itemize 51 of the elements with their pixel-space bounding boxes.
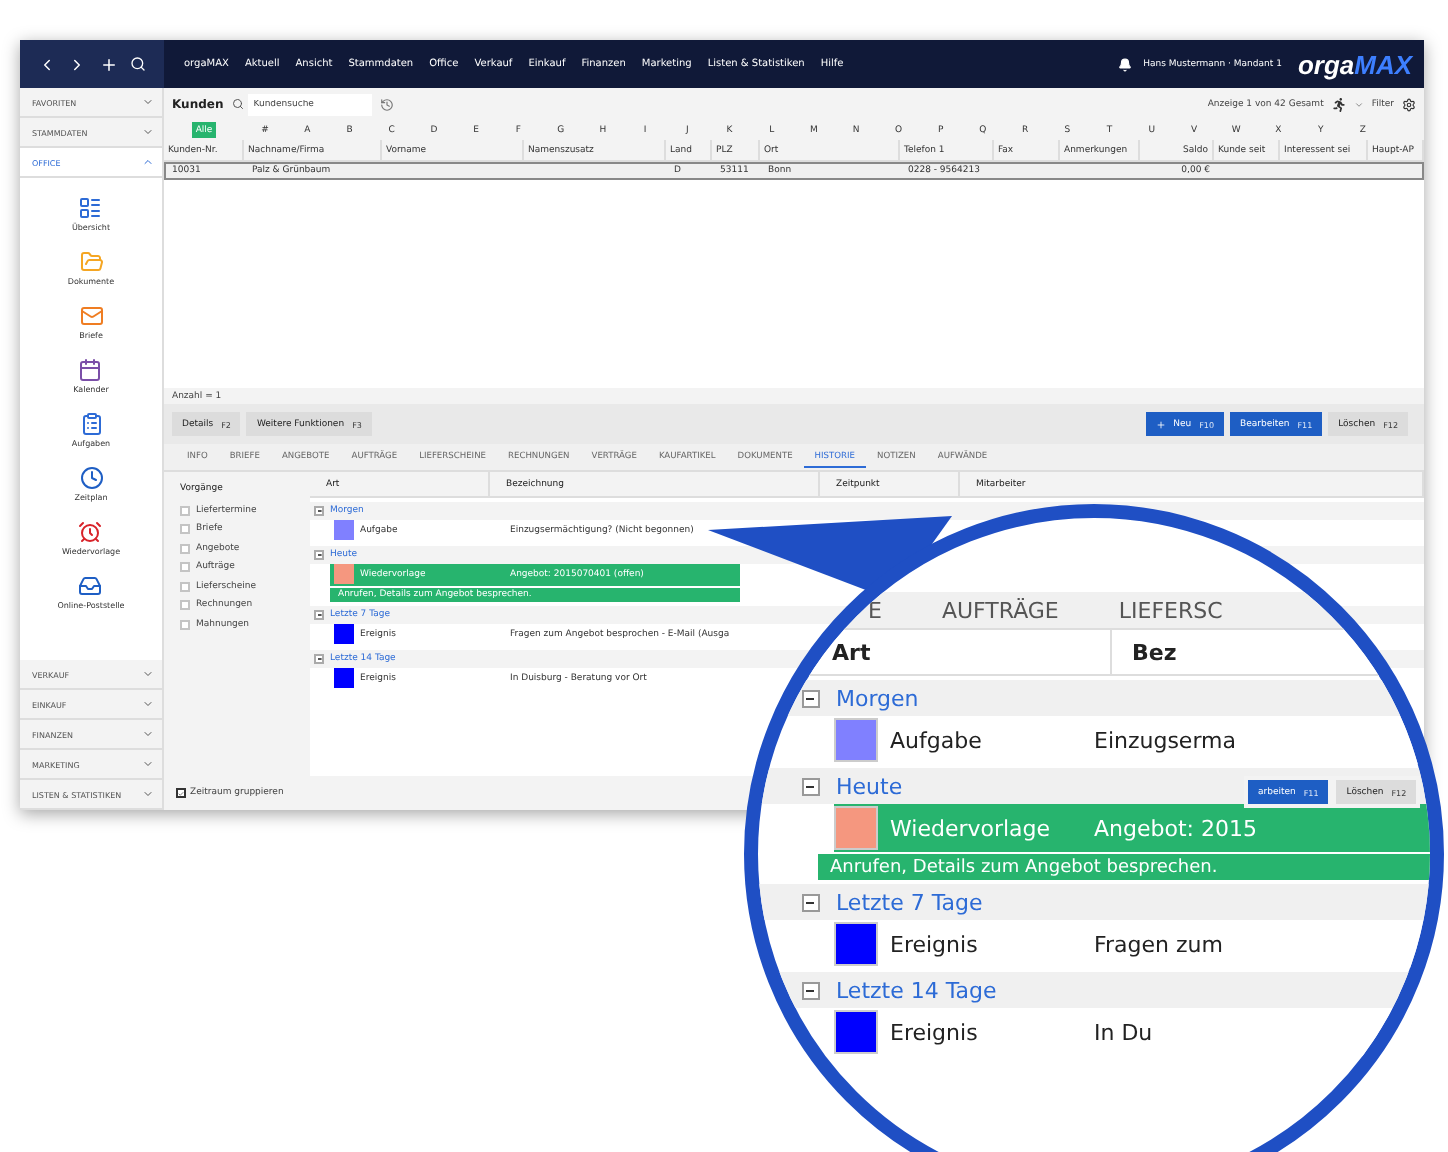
envelope-icon	[79, 303, 103, 327]
group-label: Letzte 7 Tage	[836, 889, 983, 915]
collapse-toggle[interactable]	[314, 506, 324, 516]
column-header[interactable]: Art	[812, 630, 1112, 674]
entry-type: Aufgabe	[890, 727, 982, 753]
logo: orgaMAX	[1297, 49, 1412, 79]
entry-type: Ereignis	[890, 1019, 978, 1045]
entry-type: Ereignis	[890, 931, 978, 957]
collapse-toggle[interactable]	[314, 654, 324, 664]
collapse-toggle[interactable]	[802, 689, 820, 707]
group-label: Morgen	[836, 685, 919, 711]
chevron-up-icon	[142, 156, 154, 168]
collapse-toggle[interactable]	[314, 550, 324, 560]
tab[interactable]: LIEFERSC	[1118, 597, 1223, 623]
chevron-down-icon	[142, 698, 154, 710]
entry-title: Angebot: 2015	[1094, 815, 1259, 841]
alarm-clock-icon	[78, 519, 103, 543]
add-button[interactable]	[99, 55, 118, 73]
chevron-down-icon	[142, 788, 154, 800]
search-button[interactable]	[129, 56, 146, 72]
folder-icon	[79, 249, 103, 273]
clock-icon	[79, 465, 103, 489]
inbox-icon	[78, 573, 103, 597]
settings-icon[interactable]	[1402, 97, 1416, 111]
chevron-down-icon	[142, 126, 154, 138]
chevron-down-icon	[142, 728, 154, 740]
calendar-icon	[78, 357, 103, 381]
entry-type: Wiedervorlage	[890, 815, 1051, 841]
entry-note: Anrufen, Details zum Angebot besprechen.	[818, 852, 1430, 880]
list-icon	[78, 195, 103, 219]
column-header[interactable]: Bez	[1112, 630, 1428, 674]
collapse-toggle[interactable]	[802, 777, 820, 795]
entry-title: Einzugserma	[1094, 727, 1238, 753]
group-label: Letzte 14 Tage	[836, 977, 997, 1003]
history-icon[interactable]	[379, 97, 394, 111]
collapse-toggle[interactable]	[802, 981, 820, 999]
tab[interactable]: AUFTRÄGE	[941, 597, 1059, 623]
chevron-down-icon	[142, 758, 154, 770]
notification-bell-icon[interactable]	[1117, 57, 1132, 71]
collapse-toggle[interactable]	[314, 610, 324, 620]
group-label: Heute	[836, 773, 903, 799]
entry-title: Fragen zum	[1094, 931, 1225, 957]
entry-title: In Du	[1094, 1019, 1155, 1045]
collapse-toggle[interactable]	[802, 893, 820, 911]
search-icon	[231, 98, 244, 110]
tab[interactable]: E	[868, 597, 882, 623]
chevron-down-icon	[142, 96, 154, 108]
checkbox[interactable]	[176, 788, 186, 798]
chevron-down-icon	[142, 668, 154, 680]
running-figure-icon[interactable]	[1331, 97, 1346, 111]
clipboard-icon	[79, 411, 103, 435]
